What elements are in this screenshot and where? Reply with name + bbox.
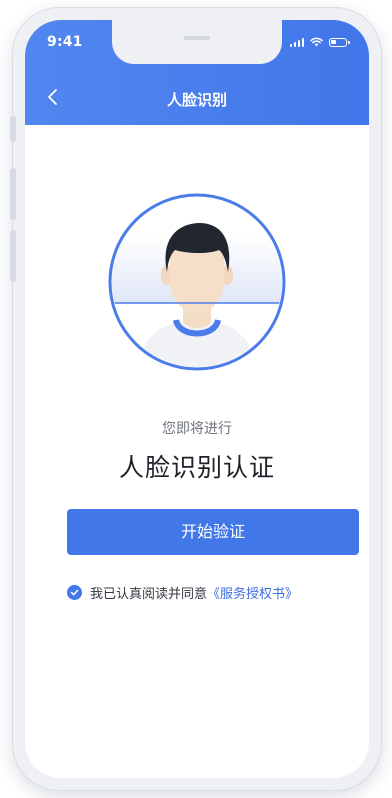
- start-verification-button[interactable]: 开始验证: [67, 509, 359, 555]
- agreement-checkbox[interactable]: [67, 585, 82, 600]
- phone-side-button: [10, 116, 16, 142]
- face-scan-icon: [108, 193, 286, 371]
- face-avatar-illustration: [107, 192, 287, 372]
- checkmark-icon: [70, 589, 79, 596]
- phone-screen: 9:41 人脸识别 您即将进行 人脸识别认证 开始验证 我已认真阅读并同意 《服…: [25, 20, 369, 778]
- battery-icon: [329, 38, 350, 47]
- agreement-row: 我已认真阅读并同意 《服务授权书》: [67, 583, 298, 602]
- page-title: 人脸识别: [166, 91, 227, 109]
- phone-volume-up-button: [10, 168, 16, 220]
- speaker-grille: [184, 36, 210, 40]
- service-agreement-link[interactable]: 《服务授权书》: [207, 583, 298, 602]
- status-time: 9:41: [47, 34, 83, 50]
- signal-icon: [289, 37, 304, 47]
- header: 9:41 人脸识别: [25, 20, 369, 125]
- wifi-icon: [310, 37, 323, 47]
- status-icons: [289, 37, 350, 47]
- phone-volume-down-button: [10, 230, 16, 282]
- phone-frame: 9:41 人脸识别 您即将进行 人脸识别认证 开始验证 我已认真阅读并同意 《服…: [10, 8, 381, 790]
- agreement-text: 我已认真阅读并同意: [90, 587, 208, 602]
- page: 9:41 人脸识别 您即将进行 人脸识别认证 开始验证 我已认真阅读并同意 《服…: [0, 0, 392, 798]
- notch: [112, 20, 282, 64]
- subtitle: 您即将进行: [162, 421, 232, 437]
- main-heading: 人脸识别认证: [118, 453, 275, 482]
